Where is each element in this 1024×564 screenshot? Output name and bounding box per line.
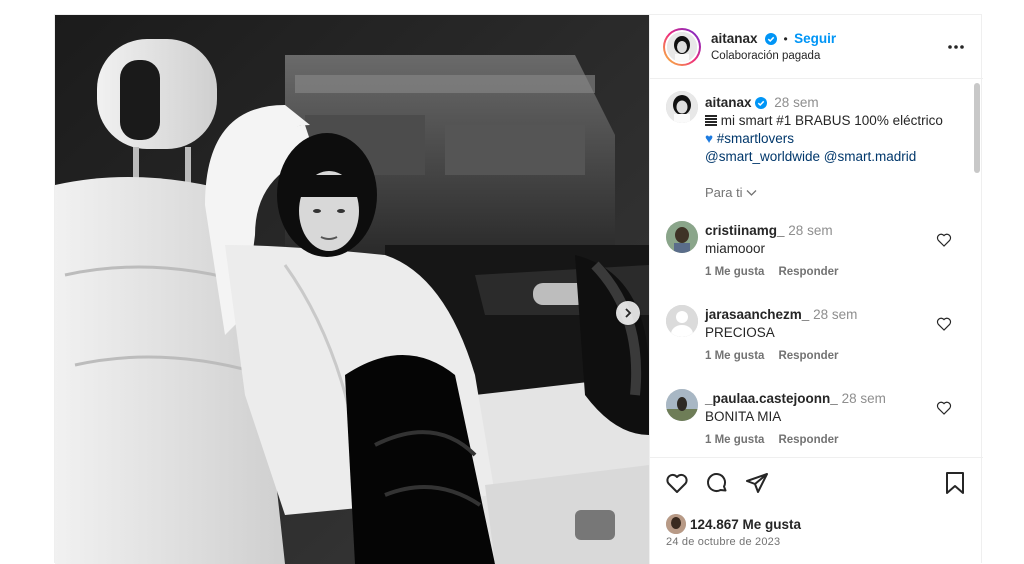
next-image-button[interactable] [616, 301, 640, 325]
comment-text: PRECIOSA [705, 325, 775, 340]
comment-age[interactable]: 28 sem [813, 307, 857, 322]
comment-avatar[interactable] [666, 305, 698, 337]
comment-username[interactable]: cristiinamg_ [705, 223, 785, 238]
mention-link-smart-worldwide[interactable]: @smart_worldwide [705, 149, 820, 164]
caption-username[interactable]: aitanax [705, 95, 752, 110]
verified-badge-icon [764, 33, 777, 45]
reply-button[interactable]: Responder [778, 350, 838, 362]
caption: aitanax 28 sem mi smart #1 BRABUS 100% e… [650, 91, 983, 201]
comments-scrollbar[interactable] [974, 83, 980, 173]
comment-likes[interactable]: 1 Me gusta [705, 434, 764, 446]
author-avatar-ring[interactable] [663, 28, 701, 66]
caption-avatar[interactable] [666, 91, 698, 123]
caption-text: mi smart #1 BRABUS 100% eléctrico [720, 113, 943, 128]
caption-age[interactable]: 28 sem [774, 95, 818, 110]
comment-text: miamooor [705, 241, 766, 256]
comment-item: cristiinamg_ 28 sem miamooor 1 Me gusta R… [650, 221, 983, 291]
flag-emoji-icon [705, 115, 717, 126]
post-side-panel: aitanax • Seguir Colaboración pagada ait… [649, 15, 983, 564]
instagram-post: aitanax • Seguir Colaboración pagada ait… [54, 14, 983, 564]
comment-like-heart-icon[interactable] [936, 316, 952, 332]
comment-likes[interactable]: 1 Me gusta [705, 350, 764, 362]
post-header: aitanax • Seguir Colaboración pagada [650, 15, 983, 79]
comment-item: jarasaanchezm_ 28 sem PRECIOSA 1 Me gust… [650, 305, 983, 375]
post-photo[interactable] [55, 15, 649, 564]
post-date[interactable]: 24 de octubre de 2023 [666, 536, 780, 548]
dot-separator: • [783, 32, 788, 46]
comment-like-heart-icon[interactable] [936, 232, 952, 248]
comment-button[interactable] [704, 470, 730, 496]
comment-avatar[interactable] [666, 389, 698, 421]
reply-button[interactable]: Responder [778, 266, 838, 278]
author-avatar [667, 32, 697, 62]
follow-button[interactable]: Seguir [794, 31, 836, 46]
chevron-right-icon [625, 308, 632, 318]
likes-summary[interactable]: 124.867 Me gusta [666, 514, 801, 534]
comment-item: _paulaa.castejoonn_ 28 sem BONITA MIA 1 … [650, 389, 983, 457]
comment-age[interactable]: 28 sem [842, 391, 886, 406]
more-options-button[interactable] [946, 37, 966, 57]
save-button[interactable] [942, 470, 968, 496]
comment-bubble-icon [707, 473, 727, 492]
hashtag-link[interactable]: #smartlovers [717, 131, 794, 146]
translation-toggle[interactable]: Para ti [705, 185, 757, 200]
bookmark-icon [946, 472, 964, 494]
photo-car-interior [55, 15, 649, 564]
heart-icon [666, 473, 688, 493]
comment-like-heart-icon[interactable] [936, 400, 952, 416]
share-button[interactable] [744, 470, 770, 496]
paid-partnership-label[interactable]: Colaboración pagada [711, 50, 820, 62]
comment-likes[interactable]: 1 Me gusta [705, 266, 764, 278]
paper-plane-icon [746, 473, 768, 493]
more-horizontal-icon [948, 45, 964, 49]
comment-username[interactable]: jarasaanchezm_ [705, 307, 809, 322]
like-button[interactable] [664, 470, 690, 496]
comment-username[interactable]: _paulaa.castejoonn_ [705, 391, 838, 406]
comment-avatar[interactable] [666, 221, 698, 253]
likes-count[interactable]: 124.867 Me gusta [690, 517, 801, 532]
comments-section[interactable]: aitanax 28 sem mi smart #1 BRABUS 100% e… [650, 79, 983, 457]
author-username[interactable]: aitanax [711, 31, 758, 46]
comment-text: BONITA MIA [705, 409, 782, 424]
post-actions: 124.867 Me gusta 24 de octubre de 2023 [650, 457, 983, 564]
liker-avatar [666, 514, 686, 534]
blue-heart-emoji-icon: ♥ [705, 131, 714, 146]
mention-link-smart-madrid[interactable]: @smart.madrid [824, 149, 916, 164]
chevron-down-icon [746, 190, 757, 196]
reply-button[interactable]: Responder [778, 434, 838, 446]
comment-age[interactable]: 28 sem [788, 223, 832, 238]
verified-badge-icon [754, 97, 767, 109]
